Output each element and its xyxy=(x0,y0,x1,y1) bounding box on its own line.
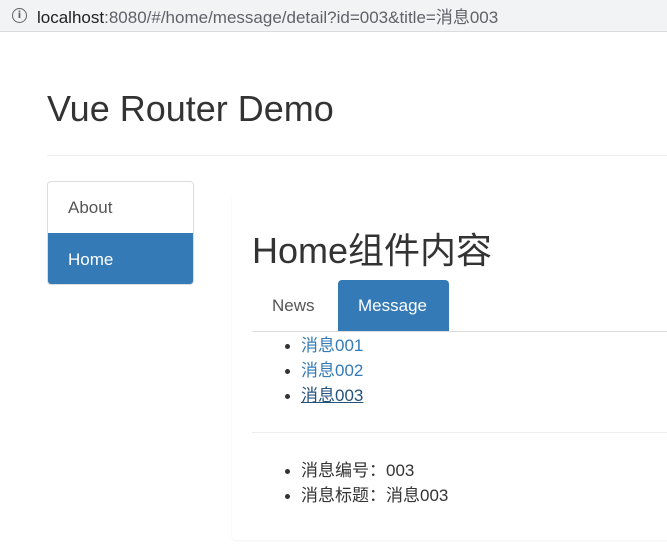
tab-news[interactable]: News xyxy=(252,280,335,331)
detail-divider xyxy=(252,432,667,433)
page-title: Vue Router Demo xyxy=(47,88,334,129)
header-divider xyxy=(47,155,667,156)
list-item: 消息001 xyxy=(283,333,363,358)
detail-id-text: 消息编号：003 xyxy=(301,461,415,480)
url-text[interactable]: localhost:8080/#/home/message/detail?id=… xyxy=(37,3,498,28)
message-link-002[interactable]: 消息002 xyxy=(301,361,363,380)
message-detail: 消息编号：003 消息标题：消息003 xyxy=(283,458,448,508)
sidebar-nav: About Home xyxy=(47,181,194,285)
detail-title-text: 消息标题：消息003 xyxy=(301,486,449,505)
url-host: localhost xyxy=(37,8,105,27)
list-item: 消息002 xyxy=(283,358,363,383)
nav-item-home[interactable]: Home xyxy=(48,233,193,284)
tabs-divider xyxy=(252,331,667,332)
home-heading: Home组件内容 xyxy=(252,230,493,271)
message-list: 消息001 消息002 消息003 xyxy=(283,333,363,408)
info-icon[interactable]: i xyxy=(12,8,27,23)
address-bar[interactable]: i localhost:8080/#/home/message/detail?i… xyxy=(0,0,667,32)
message-link-003[interactable]: 消息003 xyxy=(301,386,363,405)
nav-item-about[interactable]: About xyxy=(48,182,193,233)
tab-message[interactable]: Message xyxy=(338,280,449,331)
message-link-001[interactable]: 消息001 xyxy=(301,336,363,355)
url-path: :8080/#/home/message/detail?id=003&title… xyxy=(104,8,499,27)
list-item: 消息003 xyxy=(283,383,363,408)
detail-title: 消息标题：消息003 xyxy=(283,483,448,508)
detail-id: 消息编号：003 xyxy=(283,458,448,483)
